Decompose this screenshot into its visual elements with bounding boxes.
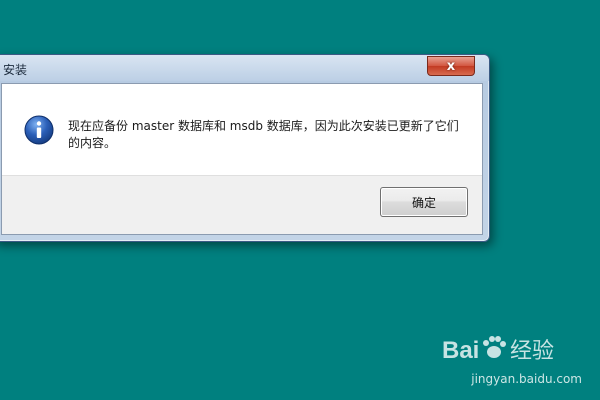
dialog-footer: 确定: [2, 175, 482, 234]
baidu-logo-icon: Bai 经验: [442, 336, 554, 364]
dialog-body: 现在应备份 master 数据库和 msdb 数据库，因为此次安装已更新了它们的…: [1, 83, 483, 235]
ok-button[interactable]: 确定: [380, 187, 468, 217]
watermark-url: jingyan.baidu.com: [471, 372, 582, 386]
dialog-message: 现在应备份 master 数据库和 msdb 数据库，因为此次安装已更新了它们的…: [68, 119, 459, 150]
title-bar[interactable]: 安装 x: [0, 55, 489, 81]
close-icon: x: [446, 58, 456, 74]
info-icon: [24, 115, 54, 145]
dialog-title: 安装: [3, 63, 28, 77]
install-dialog: 安装 x 现在应备份 master 数据库和 msdb 数据库，因为此次安装已更…: [0, 54, 490, 242]
close-button[interactable]: x: [427, 56, 475, 76]
baidu-jingyan-watermark: Bai 经验 jingyan.baidu.com: [432, 328, 582, 390]
svg-text:经验: 经验: [510, 339, 554, 364]
svg-text:Bai: Bai: [442, 337, 479, 364]
